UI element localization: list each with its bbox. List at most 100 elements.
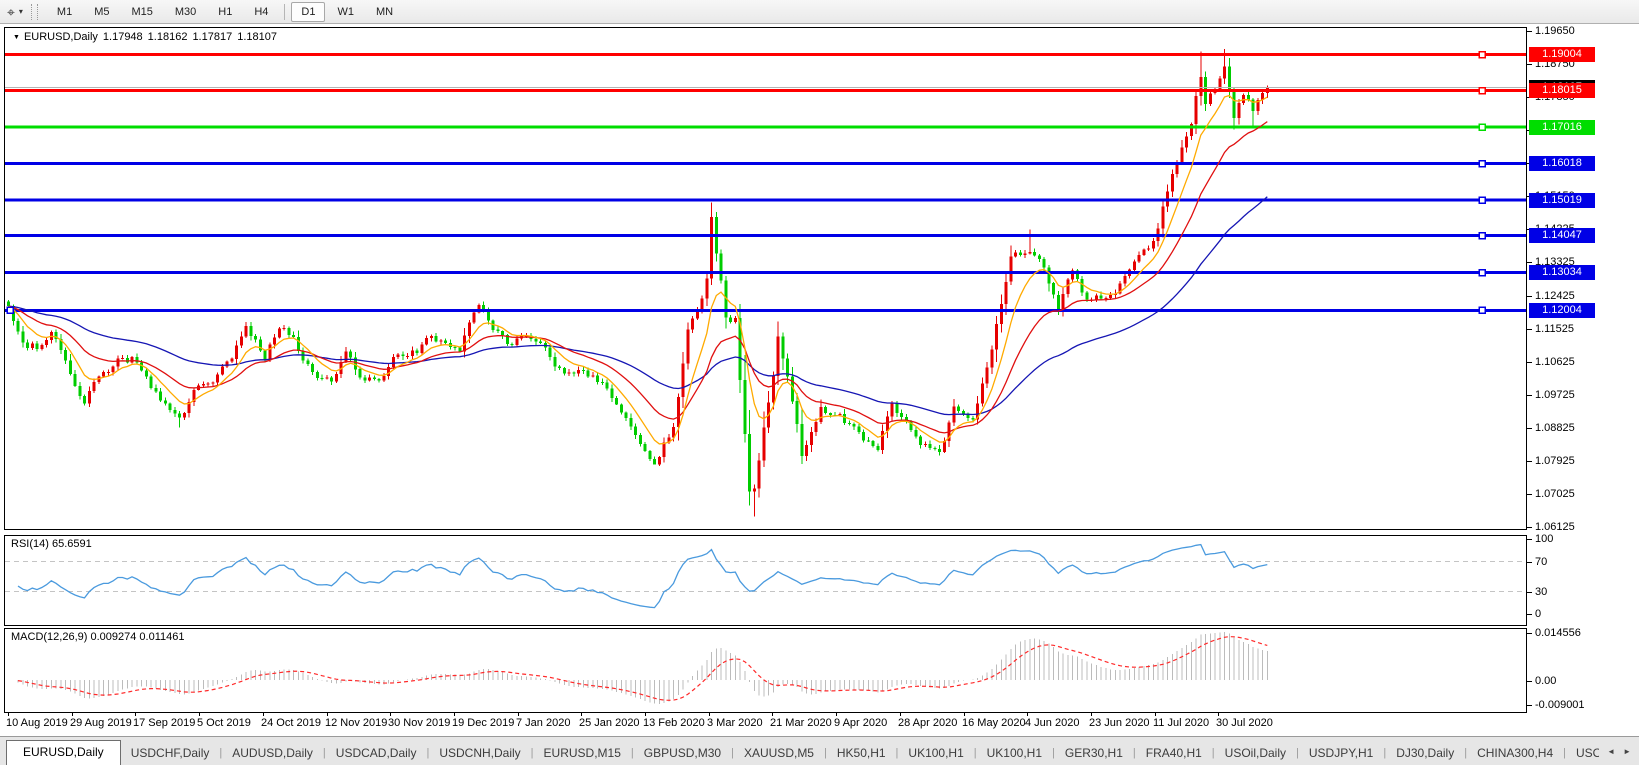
chart-tab-usdcnh-daily[interactable]: USDCNH,Daily [429, 741, 530, 765]
price-axis-tick-label: 1.13325 [1535, 256, 1575, 268]
date-axis-label: 30 Nov 2019 [388, 717, 451, 729]
chart-tab-uk100-h1[interactable]: UK100,H1 [977, 741, 1052, 765]
chart-tab-xauusd-m5[interactable]: XAUUSD,M5 [734, 741, 824, 765]
level-marker[interactable] [1478, 86, 1486, 95]
price-level-label[interactable]: 1.16018 [1529, 156, 1595, 171]
timeframe-button-h4[interactable]: H4 [244, 2, 278, 22]
timeframe-button-m5[interactable]: M5 [84, 2, 119, 22]
price-axis-tick-label: 1.08825 [1535, 422, 1575, 434]
macd-pane-canvas[interactable]: MACD(12,26,9) 0.009274 0.011461 [4, 628, 1527, 713]
ma-fast-line [8, 94, 1268, 445]
macd-signal-line [17, 635, 1268, 701]
price-level-label[interactable]: 1.18015 [1529, 83, 1595, 98]
chart-tab-uk100-h1[interactable]: UK100,H1 [898, 741, 973, 765]
price-axis-tick [1527, 461, 1532, 462]
dropdown-caret-icon[interactable]: ▾ [19, 7, 23, 16]
level-marker[interactable] [1478, 196, 1486, 204]
macd-axis-tick [1527, 681, 1532, 682]
rsi-axis-tick [1527, 592, 1532, 593]
timeframe-button-d1[interactable]: D1 [291, 1, 326, 22]
level-marker[interactable] [1478, 268, 1486, 277]
chart-tab-china300-h4[interactable]: CHINA300,H4 [1467, 741, 1563, 765]
chart-tab-usoil-h[interactable]: USOil,H [1566, 741, 1599, 765]
price-axis-tick [1527, 428, 1532, 429]
rsi-axis-tick [1527, 562, 1532, 563]
chart-tab-hk50-h1[interactable]: HK50,H1 [827, 741, 896, 765]
rsi-axis-tick [1527, 614, 1532, 615]
price-axis-tick-label: 1.18750 [1535, 58, 1575, 70]
chart-tab-usdcad-daily[interactable]: USDCAD,Daily [326, 741, 427, 765]
timeframe-button-m30[interactable]: M30 [165, 2, 206, 22]
price-level-line[interactable] [5, 125, 1526, 129]
price-axis-tick [1527, 395, 1532, 396]
price-axis-tick [1527, 262, 1532, 263]
price-level-label[interactable]: 1.15019 [1529, 193, 1595, 208]
rsi-axis-tick-label: 30 [1535, 586, 1548, 598]
price-level-label[interactable]: 1.19004 [1529, 47, 1595, 62]
price-level-line[interactable] [5, 271, 1526, 275]
mt4-chart-window: ⌖ ▾ M1 M5 M15 M30 H1 H4 D1 W1 MN ▼ EURUSD,Daily 1.… [0, 0, 1639, 765]
tab-scroll-right-button[interactable]: ► [1623, 747, 1631, 756]
chart-tab-gbpusd-m30[interactable]: GBPUSD,M30 [634, 741, 731, 765]
price-axis-tick [1527, 163, 1532, 164]
price-level-line[interactable] [5, 53, 1526, 57]
price-level-line[interactable] [5, 162, 1526, 166]
date-axis-label: 5 Oct 2019 [197, 717, 251, 729]
info-close: 1.18107 [237, 31, 277, 43]
timeframe-button-h1[interactable]: H1 [208, 2, 242, 22]
level-marker[interactable] [1478, 231, 1486, 240]
ma-slow-line [8, 196, 1268, 416]
level-marker[interactable] [1478, 306, 1486, 315]
price-level-line[interactable] [5, 198, 1526, 202]
timeframe-button-mn[interactable]: MN [366, 2, 403, 22]
price-axis-tick-label: 1.15150 [1535, 190, 1575, 202]
chart-tab-usdjpy-h1[interactable]: USDJPY,H1 [1299, 741, 1383, 765]
date-axis-label: 13 Feb 2020 [643, 717, 705, 729]
level-marker[interactable] [1478, 123, 1486, 131]
price-axis-tick [1527, 296, 1532, 297]
chart-tab-dj30-daily[interactable]: DJ30,Daily [1386, 741, 1464, 765]
timeframe-button-m15[interactable]: M15 [121, 2, 162, 22]
date-axis-label: 12 Nov 2019 [325, 717, 388, 729]
date-axis-label: 29 Aug 2019 [70, 717, 132, 729]
macd-axis-tick-label: 0.014556 [1535, 627, 1581, 639]
horizontal-levels-layer [5, 53, 1526, 312]
tab-scroll-left-button[interactable]: ◄ [1607, 747, 1615, 756]
chart-tabs: EURUSD,Daily USDCHF,Daily | AUDUSD,Daily | US… [0, 737, 1599, 765]
price-level-line[interactable] [5, 89, 1526, 93]
timeframe-button-m1[interactable]: M1 [47, 2, 82, 22]
price-level-label[interactable]: 1.13034 [1529, 265, 1595, 280]
chart-tab-usoil-daily[interactable]: USOil,Daily [1215, 741, 1296, 765]
price-axis-tick [1527, 31, 1532, 32]
price-level-label[interactable]: 1.14047 [1529, 228, 1595, 243]
price-chart-canvas[interactable]: ▼ EURUSD,Daily 1.17948 1.18162 1.17817 1.1810… [4, 27, 1527, 530]
price-axis-tick-label: 1.17850 [1535, 91, 1575, 103]
date-axis-label: 9 Apr 2020 [834, 717, 888, 729]
date-axis-label: 21 Mar 2020 [770, 717, 832, 729]
chart-tab-ger30-h1[interactable]: GER30,H1 [1055, 741, 1133, 765]
price-axis-tick [1527, 229, 1532, 230]
chart-tab-eurusd-daily[interactable]: EURUSD,Daily [6, 740, 121, 765]
timeframe-button-w1[interactable]: W1 [327, 2, 364, 22]
price-axis-tick-label: 1.07025 [1535, 488, 1575, 500]
chart-tab-usdchf-daily[interactable]: USDCHF,Daily [121, 741, 220, 765]
price-axis-tick [1527, 196, 1532, 197]
cursor-tool-icon[interactable]: ⌖ [7, 2, 15, 22]
rsi-axis-tick-label: 0 [1535, 608, 1542, 620]
chart-tab-fra40-h1[interactable]: FRA40,H1 [1136, 741, 1212, 765]
level-marker[interactable] [1478, 159, 1486, 168]
rsi-axis-tick-label: 70 [1535, 556, 1548, 568]
level-marker[interactable] [1478, 50, 1486, 59]
date-axis-label: 16 May 2020 [962, 717, 1026, 729]
chart-tab-eurusd-m15[interactable]: EURUSD,M15 [534, 741, 631, 765]
price-level-line[interactable] [5, 308, 1526, 312]
toolbar-grip-handle[interactable] [30, 3, 38, 20]
collapse-triangle-icon[interactable]: ▼ [13, 34, 20, 41]
price-axis-tick [1527, 64, 1532, 65]
level-marker[interactable] [6, 306, 14, 315]
price-level-label[interactable]: 1.17016 [1529, 120, 1595, 135]
price-level-label[interactable]: 1.12004 [1529, 303, 1595, 318]
rsi-pane-canvas[interactable]: RSI(14) 65.6591 [4, 535, 1527, 626]
chart-tab-audusd-daily[interactable]: AUDUSD,Daily [222, 741, 323, 765]
price-level-line[interactable] [5, 234, 1526, 238]
